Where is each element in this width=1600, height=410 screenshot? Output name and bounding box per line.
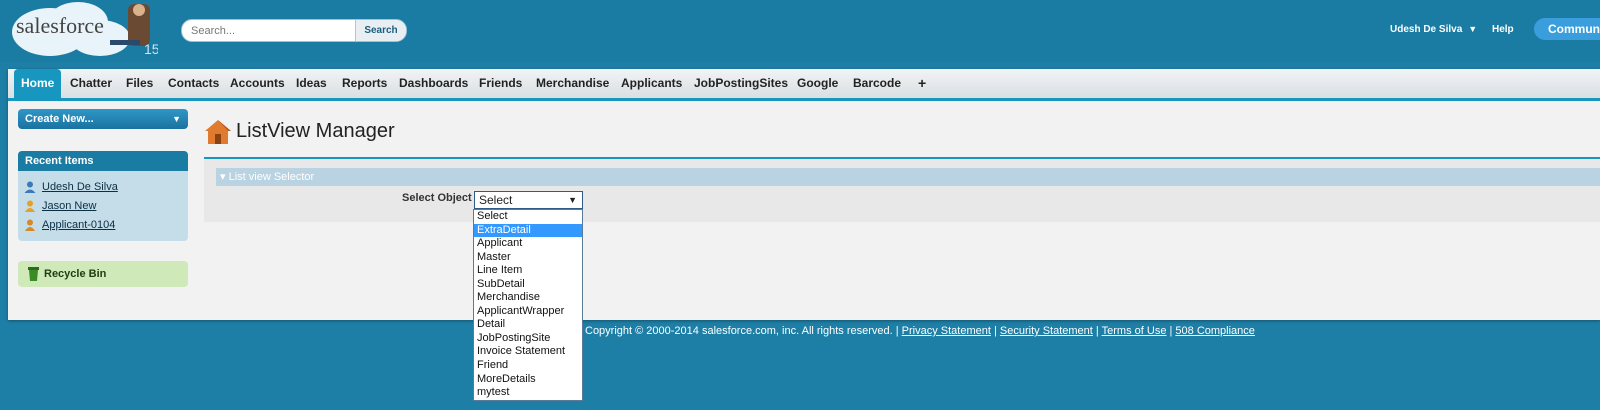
main-frame: Home Chatter Files Contacts Accounts Ide… [8,69,1600,337]
dropdown-arrow-icon: ▼ [568,195,577,205]
section-title: List view Selector [228,171,315,183]
dropdown-option[interactable]: SubDetail [474,278,582,292]
recent-item-label: Applicant-0104 [42,219,116,231]
help-link[interactable]: Help [1492,24,1514,35]
create-new-button[interactable]: Create New... ▼ [18,109,188,129]
salesforce-logo[interactable]: salesforce 15 [10,0,158,60]
select-object-dropdown[interactable]: Select ▼ [474,191,583,209]
section-header[interactable]: ▾ List view Selector [216,168,1600,186]
recent-items-title: Recent Items [18,151,188,171]
collapse-icon: ▾ [220,171,229,183]
footer-separator: | [1092,325,1102,337]
search-box: Search [181,19,407,42]
tab-jobpostingsites[interactable]: JobPostingSites [694,69,788,98]
recent-item-label: Udesh De Silva [42,181,118,193]
tab-friends[interactable]: Friends [479,69,522,98]
tab-dashboards[interactable]: Dashboards [399,69,468,98]
chevron-down-icon: ▼ [172,114,181,124]
recent-item-label: Jason New [42,200,97,212]
recent-item[interactable]: Applicant-0104 [24,218,115,232]
tab-home[interactable]: Home [14,69,62,98]
tab-barcode[interactable]: Barcode [853,69,901,98]
search-input[interactable] [182,20,352,41]
applicant-icon [25,219,35,231]
tab-contacts[interactable]: Contacts [168,69,219,98]
recent-items-panel: Recent Items Udesh De Silva Jason New Ap… [18,151,188,241]
page-title: ListView Manager [236,120,395,142]
user-menu[interactable]: Udesh De Silva ▼ [1390,24,1477,35]
svg-text:salesforce: salesforce [16,13,104,38]
copyright-text: Copyright © 2000-2014 salesforce.com, in… [585,325,902,337]
tab-bar: Home Chatter Files Contacts Accounts Ide… [8,69,1600,101]
dropdown-option[interactable]: ApplicantWrapper [474,305,582,319]
select-object-label: Select Object [402,192,472,204]
dropdown-option[interactable]: Applicant [474,237,582,251]
dropdown-option[interactable]: Detail [474,318,582,332]
tab-chatter[interactable]: Chatter [70,69,112,98]
dropdown-option[interactable]: Invoice Statement [474,345,582,359]
house-icon [205,120,231,144]
dropdown-option[interactable]: Select [474,210,582,224]
tab-merchandise[interactable]: Merchandise [536,69,609,98]
create-new-label: Create New... [25,113,94,125]
recent-item[interactable]: Jason New [24,199,96,213]
terms-of-use-link[interactable]: Terms of Use [1102,325,1167,337]
dropdown-option[interactable]: Line Item [474,264,582,278]
508-compliance-link[interactable]: 508 Compliance [1175,325,1255,337]
dropdown-option[interactable]: MoreDetails [474,373,582,387]
dropdown-option[interactable]: Merchandise [474,291,582,305]
dropdown-option[interactable]: Friend [474,359,582,373]
dropdown-option[interactable]: ExtraDetail [474,223,582,238]
community-button[interactable]: Communi [1534,18,1600,40]
dropdown-option[interactable]: mytest [474,386,582,400]
privacy-statement-link[interactable]: Privacy Statement [902,325,991,337]
chevron-down-icon: ▼ [1468,24,1478,34]
user-name: Udesh De Silva [1390,24,1463,35]
tab-files[interactable]: Files [126,69,153,98]
tab-reports[interactable]: Reports [342,69,387,98]
recycle-bin-icon [28,267,39,281]
tab-accounts[interactable]: Accounts [230,69,285,98]
dropdown-option[interactable]: Master [474,251,582,265]
list-view-selector-section: ▾ List view Selector Select Object [204,157,1600,222]
recent-item[interactable]: Udesh De Silva [24,180,118,194]
tab-ideas[interactable]: Ideas [296,69,327,98]
user-icon [24,181,36,193]
dropdown-list: Select ExtraDetail Applicant Master Line… [473,209,583,401]
footer: Copyright © 2000-2014 salesforce.com, in… [585,325,1255,337]
add-tab-button[interactable]: + [918,69,926,98]
search-button[interactable]: Search [355,20,406,41]
dropdown-option[interactable]: JobPostingSite [474,332,582,346]
svg-text:15: 15 [144,41,158,57]
tab-applicants[interactable]: Applicants [621,69,682,98]
recycle-bin-label: Recycle Bin [44,268,107,280]
person-icon [25,200,35,212]
select-value: Select [479,193,513,207]
footer-separator: | [990,325,1000,337]
header: salesforce 15 Search Udesh De Silva ▼ Hel… [0,0,1600,62]
recycle-bin[interactable]: Recycle Bin [18,261,188,287]
tab-google[interactable]: Google [797,69,838,98]
security-statement-link[interactable]: Security Statement [1000,325,1093,337]
